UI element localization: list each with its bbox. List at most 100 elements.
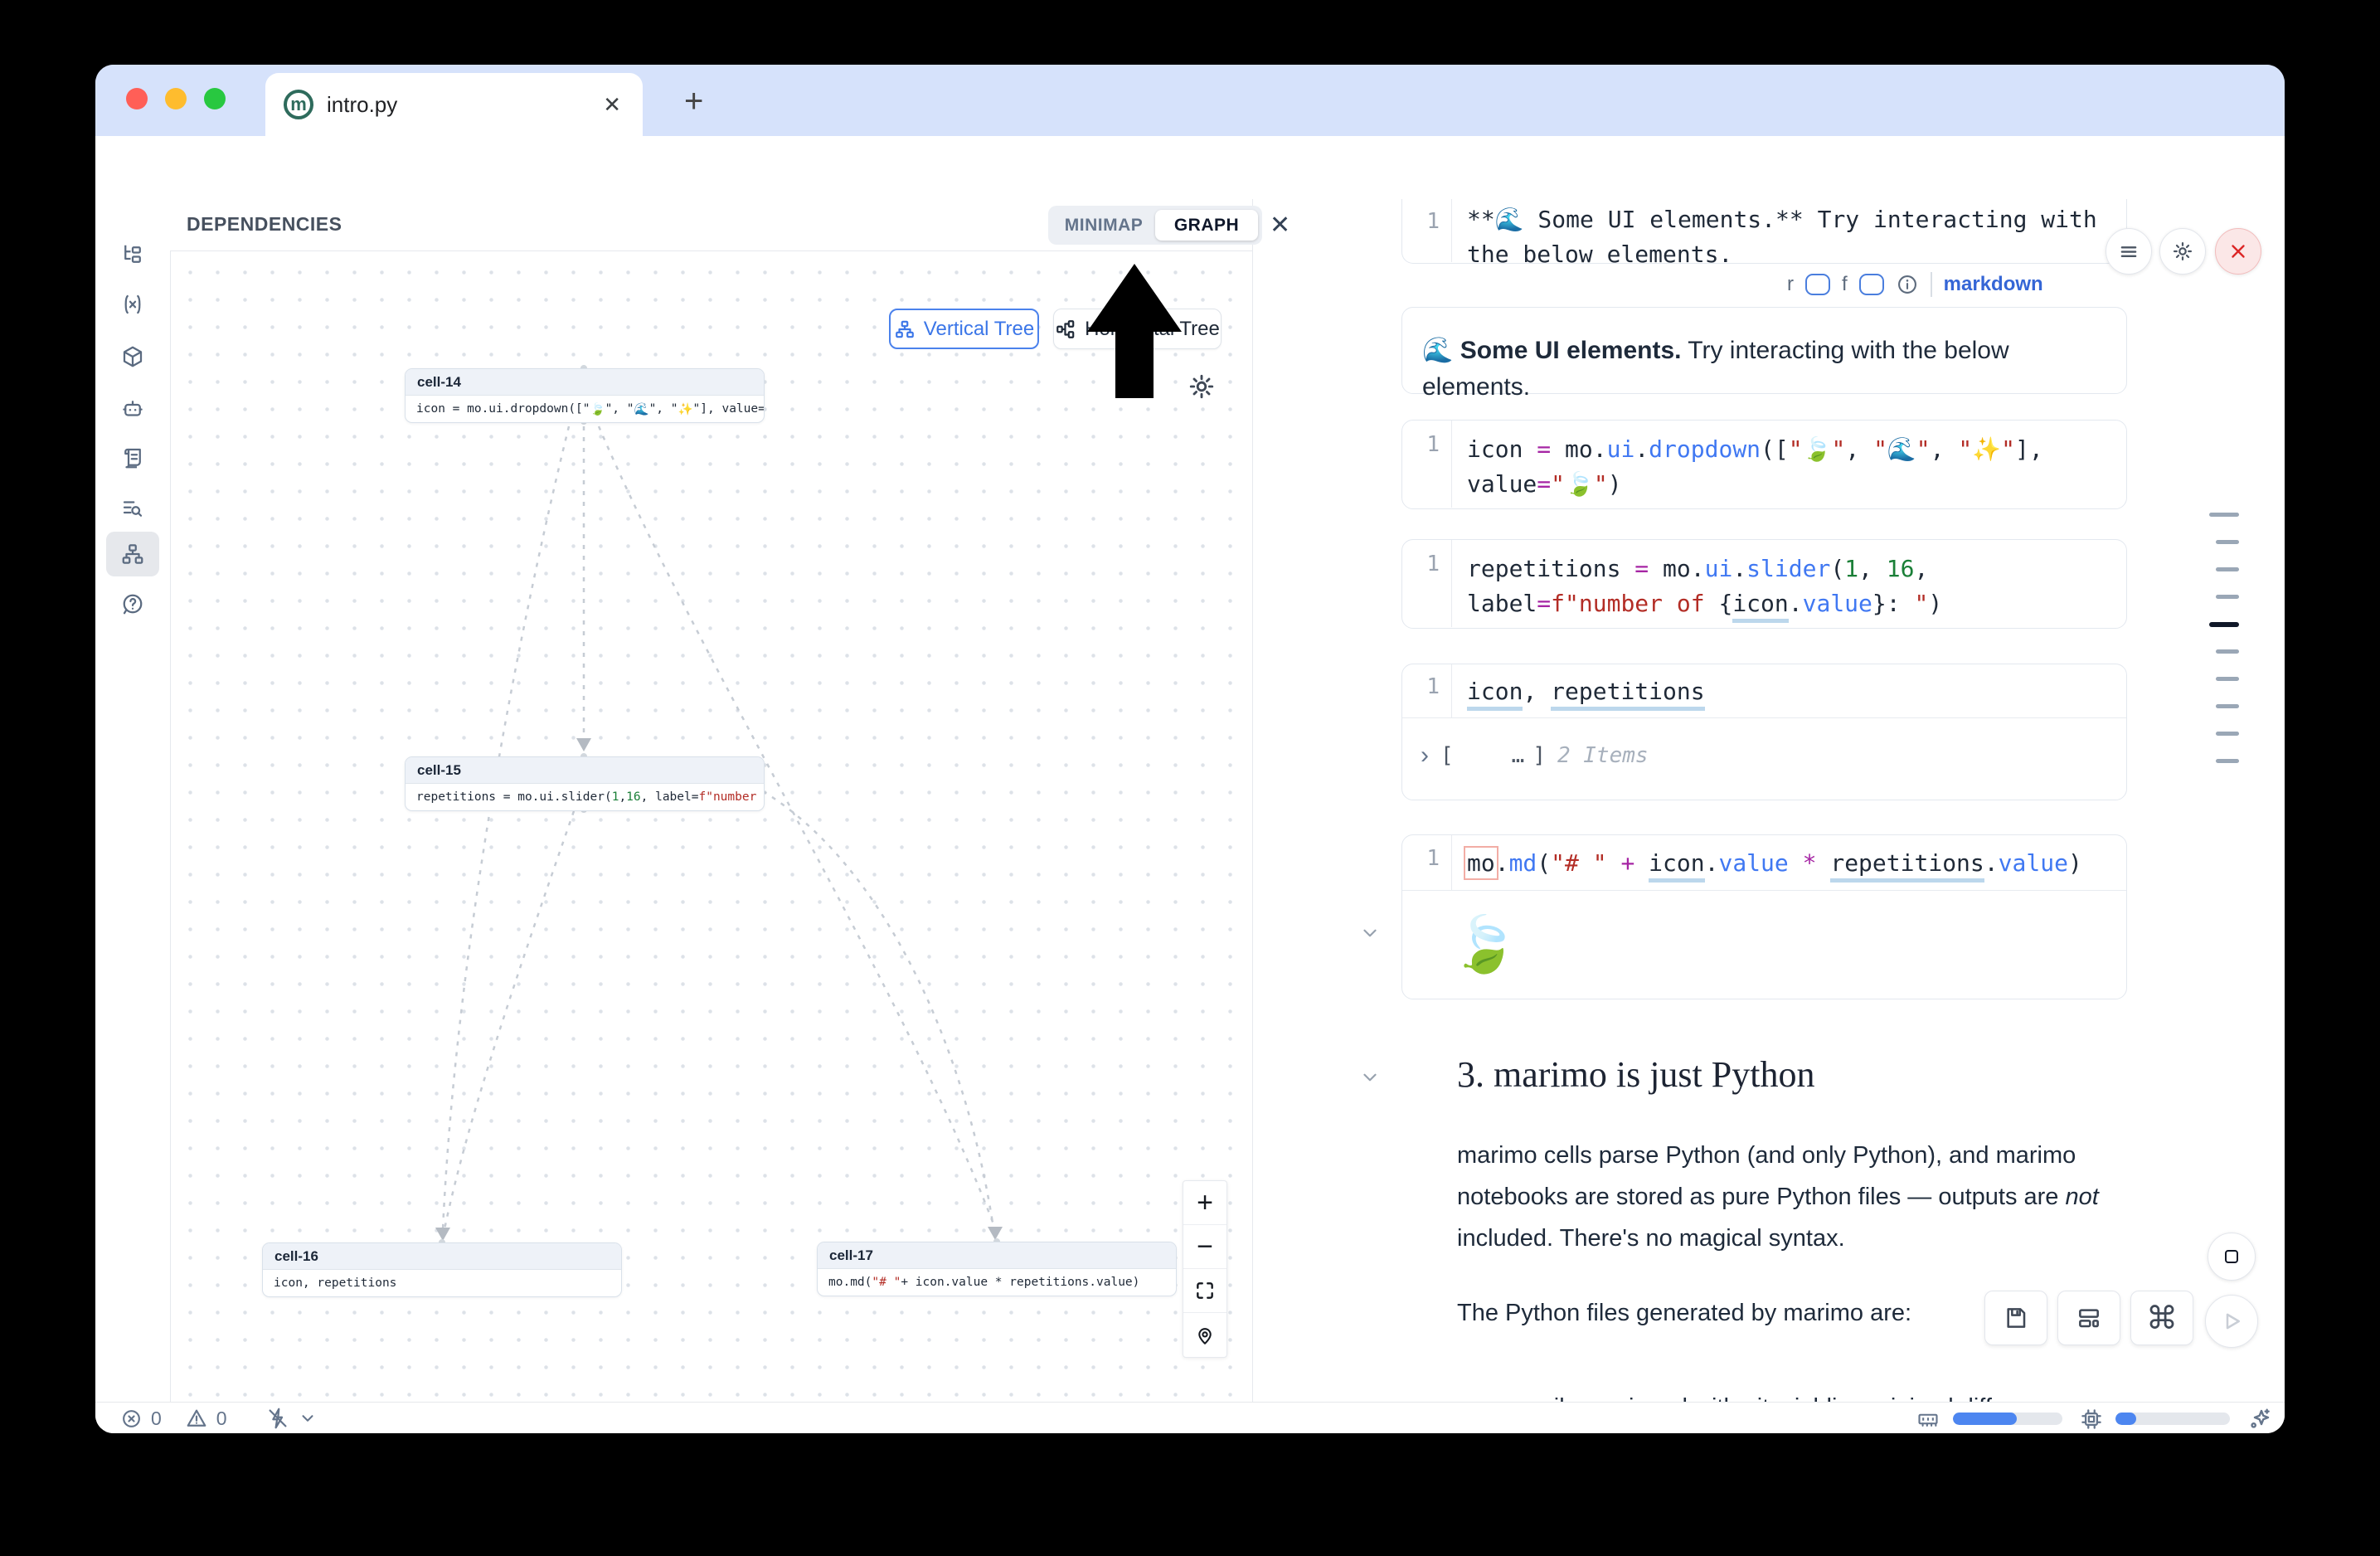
autorun-disabled-icon[interactable] — [265, 1406, 290, 1431]
section-paragraph-1: marimo cells parse Python (and only Pyth… — [1457, 1135, 2129, 1259]
sidebar-item-packages[interactable] — [106, 334, 159, 379]
ram-usage-bar — [1953, 1413, 2062, 1425]
r-toggle-checkbox[interactable] — [1805, 274, 1830, 295]
gear-icon — [2171, 240, 2194, 263]
view-toggle: MINIMAP GRAPH — [1048, 206, 1262, 245]
section-chevron-icon[interactable] — [1359, 1067, 1381, 1088]
panel-title: DEPENDENCIES — [187, 213, 342, 236]
scroll-target-icon — [2222, 1247, 2242, 1267]
tab-title: intro.py — [327, 92, 603, 118]
shortcuts-button[interactable]: ⌘ — [2130, 1291, 2193, 1345]
node-code: mo.md("# " + icon.value * repetitions.va… — [818, 1269, 1176, 1296]
graph-node-cell-14[interactable]: cell-14 icon = mo.ui.dropdown(["🍃", "🌊",… — [405, 368, 765, 423]
tuple-output-row[interactable]: › [ … ] 2 Items — [1402, 718, 2126, 770]
fit-view-icon[interactable] — [1183, 1269, 1226, 1313]
sidebar-item-ai-assistant[interactable] — [106, 387, 159, 431]
md-cell-toolbar: r f markdown — [1787, 272, 2043, 297]
minimap-bar[interactable] — [2216, 759, 2239, 763]
new-tab-icon[interactable]: + — [684, 83, 703, 120]
code-cell-momd[interactable]: 1 mo.md("# " + icon.value * repetitions.… — [1401, 834, 2127, 999]
code-line: value="🍃") — [1467, 467, 2043, 502]
sidebar-item-file-tree[interactable] — [106, 232, 159, 277]
code-cell-slider[interactable]: 1 repetitions = mo.ui.slider(1, 16, labe… — [1401, 539, 2127, 629]
bracket-open: [ — [1440, 743, 1454, 768]
code-line: the below elements. — [1467, 237, 2097, 272]
minimap-bar[interactable] — [2216, 732, 2239, 736]
graph-canvas[interactable]: Vertical Tree Horizontal Tree cell-14 ic… — [170, 250, 1252, 1402]
minimap-bar[interactable] — [2216, 677, 2239, 681]
md-cell-editor[interactable]: 1 **🌊 Some UI elements.** Try interactin… — [1401, 199, 2127, 264]
collapse-chevron-icon[interactable] — [1359, 922, 1381, 944]
markdown-language-label[interactable]: markdown — [1944, 273, 2043, 296]
info-icon[interactable] — [1896, 273, 1919, 296]
code-line: icon = mo.ui.dropdown(["🍃", "🌊", "✨"], — [1467, 432, 2043, 467]
status-bar: 0 0 — [95, 1402, 2285, 1433]
app-sidebar — [95, 199, 171, 1402]
minimap-bar[interactable] — [2209, 513, 2239, 517]
sidebar-item-dependency-graph[interactable] — [106, 532, 159, 576]
minimap-bar[interactable] — [2216, 704, 2239, 708]
code-line: mo.md("# " + icon.value * repetitions.va… — [1467, 846, 2082, 881]
chevron-down-icon[interactable] — [299, 1409, 317, 1427]
notebook-settings-button[interactable] — [2159, 228, 2206, 275]
code-cell-tuple[interactable]: 1 icon, repetitions › [ … ] 2 Items — [1401, 664, 2127, 800]
graph-node-cell-15[interactable]: cell-15 repetitions = mo.ui.slider(1, 16… — [405, 756, 765, 811]
focus-pin-icon[interactable] — [1183, 1313, 1226, 1357]
leaf-output-emoji: 🍃 — [1402, 891, 2126, 977]
line-number: 1 — [1402, 835, 1452, 890]
layout-grid-icon — [2076, 1305, 2102, 1331]
minimap-bar[interactable] — [2216, 567, 2239, 571]
zoom-in-icon[interactable]: + — [1183, 1181, 1226, 1225]
line-number: 1 — [1402, 540, 1452, 627]
graph-zoom-controls: + − — [1183, 1180, 1227, 1358]
vertical-tree-icon — [894, 318, 916, 340]
ellipsis: … — [1512, 743, 1525, 768]
tab-minimap[interactable]: MINIMAP — [1052, 210, 1155, 241]
tab-close-icon[interactable]: ✕ — [603, 92, 621, 118]
horizontal-tree-button[interactable]: Horizontal Tree — [1053, 309, 1222, 349]
horizontal-tree-label: Horizontal Tree — [1085, 318, 1220, 341]
cpu-chip-icon — [2079, 1407, 2104, 1432]
sidebar-item-snippets[interactable] — [106, 435, 159, 480]
code-cell-dropdown[interactable]: 1 icon = mo.ui.dropdown(["🍃", "🌊", "✨"],… — [1401, 420, 2127, 509]
node-title: cell-15 — [406, 757, 764, 784]
tab-strip: m intro.py ✕ + — [95, 65, 2285, 136]
shutdown-x-icon — [2227, 241, 2249, 262]
save-button[interactable] — [1984, 1291, 2047, 1345]
errors-icon[interactable] — [120, 1408, 143, 1430]
expand-caret-icon[interactable]: › — [1421, 742, 1429, 770]
ram-icon — [1916, 1408, 1940, 1431]
minimap-bar-active[interactable] — [2209, 622, 2239, 627]
cell-minimap[interactable] — [2209, 513, 2242, 803]
run-all-button[interactable] — [2205, 1295, 2258, 1348]
section-heading: 3. marimo is just Python — [1457, 1053, 1814, 1096]
tab-graph[interactable]: GRAPH — [1155, 210, 1258, 241]
vertical-tree-button[interactable]: Vertical Tree — [889, 309, 1039, 349]
ai-sparkle-icon[interactable] — [2246, 1406, 2273, 1432]
f-toggle-label: f — [1842, 273, 1848, 296]
minimap-bar[interactable] — [2216, 649, 2239, 654]
window-close-button[interactable] — [126, 88, 148, 109]
f-toggle-checkbox[interactable] — [1859, 274, 1884, 295]
shutdown-button[interactable] — [2215, 228, 2261, 275]
graph-node-cell-17[interactable]: cell-17 mo.md("# " + icon.value * repeti… — [817, 1242, 1177, 1296]
graph-node-cell-16[interactable]: cell-16 icon, repetitions — [262, 1242, 622, 1297]
minimap-bar[interactable] — [2216, 595, 2239, 599]
md-cell-output: 🌊 Some UI elements. Try interacting with… — [1401, 307, 2127, 394]
layout-toggle-button[interactable] — [2057, 1291, 2120, 1345]
code-line: **🌊 Some UI elements.** Try interacting … — [1467, 202, 2097, 237]
warnings-icon[interactable] — [185, 1407, 208, 1430]
scroll-target-button[interactable] — [2208, 1233, 2256, 1281]
sidebar-item-variables[interactable] — [106, 282, 159, 327]
menu-handle-button[interactable] — [2106, 228, 2152, 275]
zoom-out-icon[interactable]: − — [1183, 1225, 1226, 1269]
node-code: repetitions = mo.ui.slider(1, 16, label=… — [406, 784, 764, 810]
minimap-bar[interactable] — [2216, 540, 2239, 544]
graph-settings-gear-icon[interactable] — [1187, 372, 1217, 401]
sidebar-item-logs[interactable] — [106, 486, 159, 531]
sidebar-item-help[interactable] — [106, 581, 159, 626]
browser-tab[interactable]: m intro.py ✕ — [265, 73, 643, 136]
window-minimize-button[interactable] — [165, 88, 187, 109]
window-zoom-button[interactable] — [204, 88, 226, 109]
panel-close-icon[interactable]: ✕ — [1270, 211, 1290, 240]
